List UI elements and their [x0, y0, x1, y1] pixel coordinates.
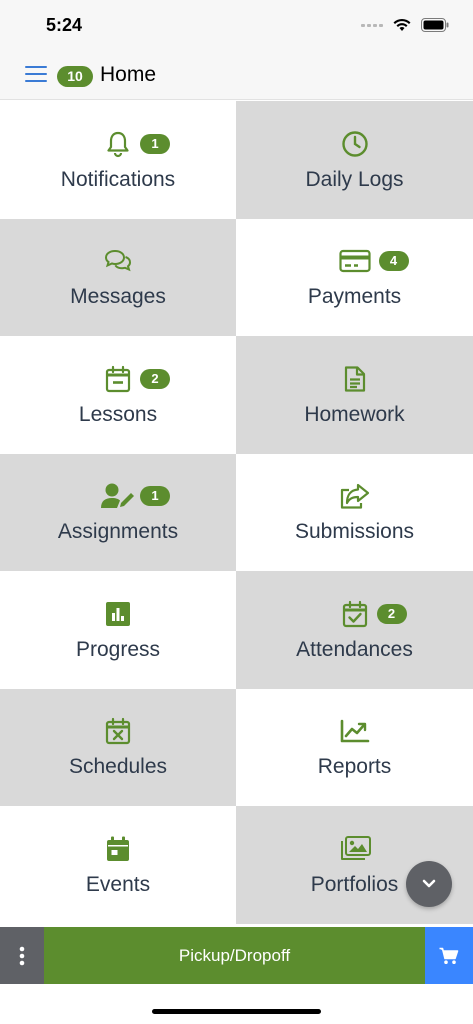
tile-label: Homework: [304, 402, 405, 426]
tile-lessons[interactable]: 2 Lessons: [0, 336, 236, 454]
status-time: 5:24: [46, 15, 83, 35]
calendar-x-icon: [105, 718, 131, 745]
tile-label: Notifications: [60, 167, 176, 191]
scroll-down-button[interactable]: [406, 861, 452, 907]
credit-card-icon: [338, 250, 371, 273]
nav-bar: 10 Home: [0, 52, 473, 100]
tile-progress[interactable]: Progress: [0, 571, 236, 689]
tile-assignments[interactable]: 1 Assignments: [0, 453, 236, 571]
tile-events[interactable]: Events: [0, 806, 236, 924]
pickup-dropoff-label: Pickup/Dropoff: [178, 945, 291, 965]
trend-chart-icon: [340, 719, 369, 743]
wifi-icon: [393, 18, 411, 31]
tile-label: Messages: [70, 285, 166, 309]
calendar-icon: [107, 836, 129, 861]
tile-homework[interactable]: Homework: [236, 336, 473, 454]
clock-icon: [341, 131, 368, 157]
unread-count-badge: 10: [57, 66, 93, 87]
tile-label: Assignments: [57, 520, 179, 544]
cart-button[interactable]: [425, 927, 473, 984]
bell-icon: [107, 131, 129, 157]
cellular-signal-icon: [361, 23, 383, 27]
bottom-action-bar: Pickup/Dropoff: [0, 927, 473, 984]
page-title: Home: [100, 63, 157, 86]
tile-notifications[interactable]: 1 Notifications: [0, 101, 236, 219]
lessons-badge: 2: [140, 368, 170, 389]
tile-schedules[interactable]: Schedules: [0, 688, 236, 806]
pickup-dropoff-button[interactable]: Pickup/Dropoff: [44, 927, 425, 984]
battery-icon: [421, 18, 449, 32]
document-icon: [344, 366, 365, 392]
bar-chart-icon: [106, 601, 130, 626]
vertical-ellipsis-icon: [19, 946, 25, 965]
tile-reports[interactable]: Reports: [236, 688, 473, 806]
hamburger-menu-icon[interactable]: [25, 66, 47, 86]
assignments-badge: 1: [140, 486, 170, 507]
tile-label: Lessons: [78, 402, 158, 426]
share-icon: [340, 484, 369, 509]
tile-label: Daily Logs: [305, 167, 404, 191]
status-bar: 5:24: [0, 0, 473, 52]
images-icon: [340, 835, 371, 860]
tile-submissions[interactable]: Submissions: [236, 453, 473, 571]
calendar-minus-icon: [105, 365, 131, 392]
cart-icon: [439, 947, 459, 964]
tile-label: Payments: [307, 285, 402, 309]
tile-label: Submissions: [294, 520, 415, 544]
tile-label: Reports: [317, 755, 392, 779]
calendar-check-icon: [342, 600, 367, 627]
user-edit-icon: [101, 483, 134, 509]
payments-badge: 4: [378, 251, 409, 272]
notifications-badge: 1: [140, 133, 170, 154]
tile-label: Attendances: [296, 637, 413, 661]
feature-grid: 1 Notifications Daily Logs Messages 4 Pa…: [0, 101, 473, 924]
tile-daily-logs[interactable]: Daily Logs: [236, 101, 473, 219]
chat-bubbles-icon: [104, 250, 132, 272]
tile-messages[interactable]: Messages: [0, 218, 236, 336]
tile-label: Schedules: [68, 755, 168, 779]
more-options-button[interactable]: [0, 927, 44, 984]
tile-label: Portfolios: [310, 872, 399, 896]
chevron-down-icon: [422, 879, 436, 888]
tile-attendances[interactable]: 2 Attendances: [236, 571, 473, 689]
home-indicator: [152, 1009, 321, 1014]
tile-label: Progress: [75, 637, 161, 661]
attendances-badge: 2: [376, 603, 407, 624]
status-icons: [361, 18, 449, 32]
tile-label: Events: [85, 872, 151, 896]
tile-payments[interactable]: 4 Payments: [236, 218, 473, 336]
